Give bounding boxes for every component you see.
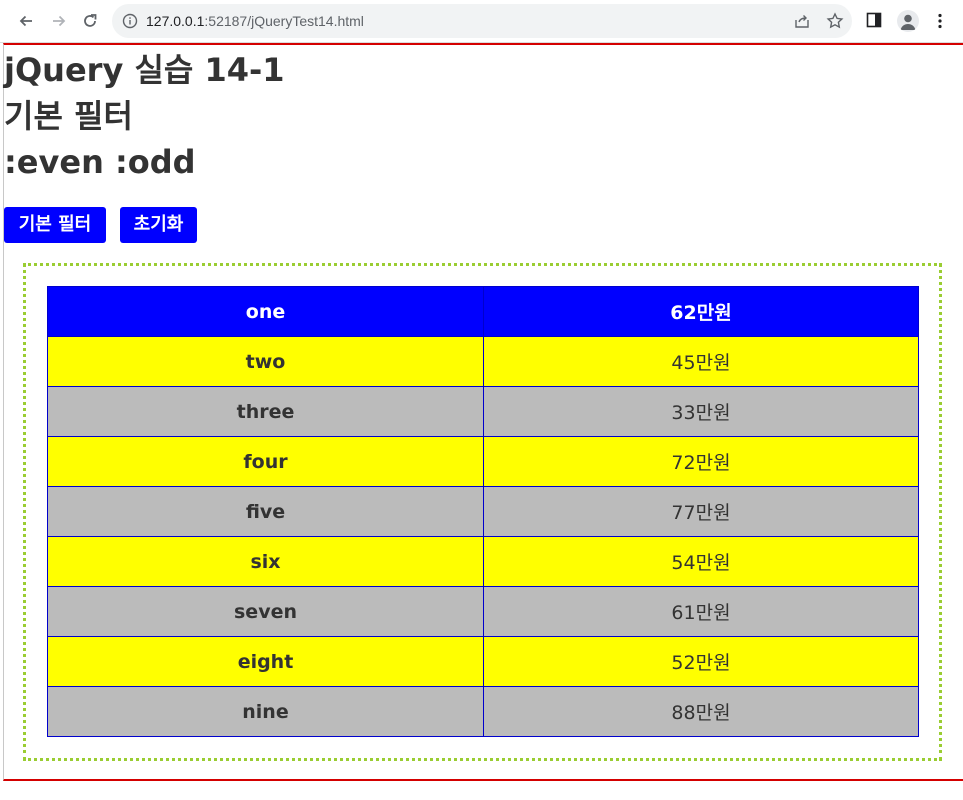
row-price: 45만원 — [483, 336, 919, 387]
table-row: three 33만원 — [47, 386, 919, 437]
address-bar[interactable]: 127.0.0.1:52187/jQueryTest14.html — [112, 4, 852, 38]
table-row: four 72만원 — [47, 436, 919, 487]
table-row: eight 52만원 — [47, 636, 919, 687]
row-name: nine — [47, 686, 484, 737]
back-button[interactable] — [13, 8, 39, 34]
row-name: two — [47, 336, 484, 387]
person-icon — [900, 14, 916, 30]
forward-button[interactable] — [46, 8, 72, 34]
browser-toolbar: 127.0.0.1:52187/jQueryTest14.html — [0, 0, 963, 43]
row-price: 54만원 — [483, 536, 919, 587]
row-price: 88만원 — [483, 686, 919, 737]
table-row: seven 61만원 — [47, 586, 919, 637]
reload-button[interactable] — [77, 8, 103, 34]
row-price: 52만원 — [483, 636, 919, 687]
reload-icon — [84, 14, 97, 27]
row-name: seven — [47, 586, 484, 637]
row-price: 77만원 — [483, 486, 919, 537]
table-row: five 77만원 — [47, 486, 919, 537]
row-price: 72만원 — [483, 436, 919, 487]
reset-button[interactable]: 초기화 — [120, 207, 197, 243]
page-title-line-3: :even :odd — [4, 143, 196, 181]
table-row: two 45만원 — [47, 336, 919, 387]
forward-arrow-icon — [53, 15, 66, 27]
side-panel-icon[interactable] — [866, 12, 882, 28]
row-name: one — [47, 286, 484, 337]
site-info-icon[interactable] — [122, 13, 138, 29]
bookmark-star-icon[interactable] — [826, 12, 844, 30]
page-title-line-2: 기본 필터 — [4, 97, 133, 135]
row-price: 61만원 — [483, 586, 919, 637]
table-row: six 54만원 — [47, 536, 919, 587]
row-name: four — [47, 436, 484, 487]
price-table: one 62만원 two 45만원 three 33만원 four 72만원 f… — [47, 286, 919, 737]
basic-filter-button[interactable]: 기본 필터 — [4, 207, 106, 243]
row-name: three — [47, 386, 484, 437]
url-text[interactable]: 127.0.0.1:52187/jQueryTest14.html — [146, 13, 364, 29]
table-row: one 62만원 — [47, 286, 919, 337]
url-path: :52187/jQueryTest14.html — [204, 13, 364, 29]
row-name: six — [47, 536, 484, 587]
row-name: five — [47, 486, 484, 537]
profile-avatar[interactable] — [897, 10, 919, 32]
row-name: eight — [47, 636, 484, 687]
url-host: 127.0.0.1 — [146, 13, 205, 29]
table-row: nine 88만원 — [47, 686, 919, 737]
kebab-menu-icon[interactable] — [935, 12, 945, 30]
share-icon[interactable] — [794, 13, 810, 29]
page-title-line-1: jQuery 실습 14-1 — [4, 51, 285, 89]
back-arrow-icon — [19, 15, 32, 27]
row-price: 33만원 — [483, 386, 919, 437]
row-price: 62만원 — [483, 286, 919, 337]
